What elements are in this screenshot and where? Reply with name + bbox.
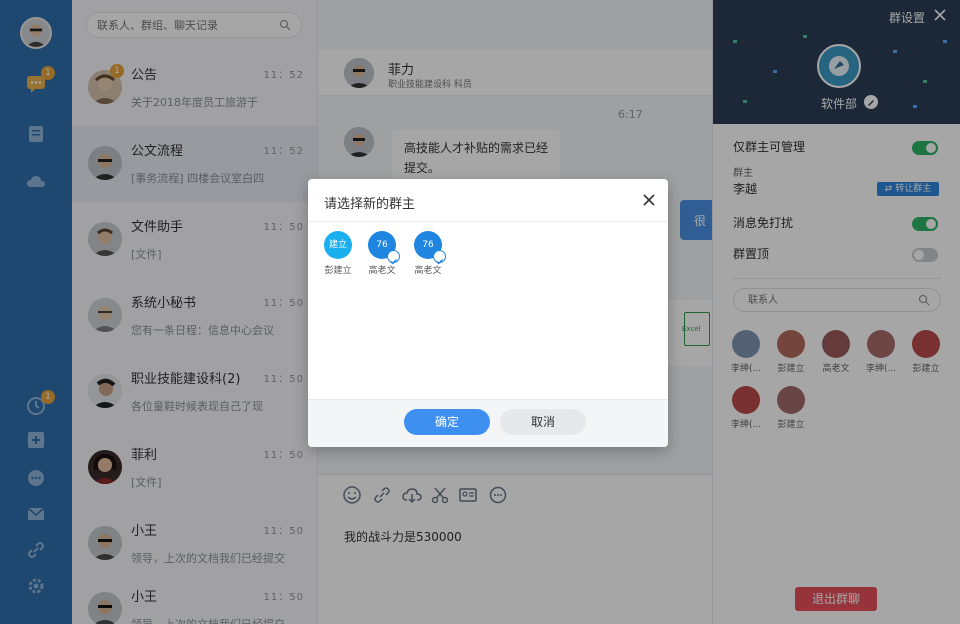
cancel-button[interactable]: 取消 bbox=[500, 409, 586, 435]
close-icon[interactable] bbox=[642, 193, 656, 207]
candidate-item[interactable]: 76 高老文 bbox=[359, 231, 405, 276]
confirm-button[interactable]: 确定 bbox=[404, 409, 490, 435]
dialog-footer: 确定 取消 bbox=[308, 399, 668, 447]
candidate-avatar: 建立 bbox=[324, 231, 352, 259]
candidate-avatar: 76 bbox=[422, 240, 434, 250]
candidate-avatar: 76 bbox=[376, 240, 388, 250]
candidate-name: 彭建立 bbox=[324, 266, 352, 276]
check-icon bbox=[387, 250, 400, 265]
dialog-title: 请选择新的群主 bbox=[324, 197, 416, 212]
candidate-avatar-wrap: 76 bbox=[368, 231, 400, 265]
candidate-item[interactable]: 建立 彭建立 bbox=[315, 231, 361, 276]
candidate-avatar-wrap: 76 bbox=[414, 231, 446, 265]
candidate-item[interactable]: 76 高老文 bbox=[405, 231, 451, 276]
divider bbox=[308, 221, 668, 222]
check-icon bbox=[433, 250, 446, 265]
select-new-owner-dialog: 请选择新的群主 建立 彭建立 76 高老文 76 高老文 确定 取消 bbox=[308, 179, 668, 447]
